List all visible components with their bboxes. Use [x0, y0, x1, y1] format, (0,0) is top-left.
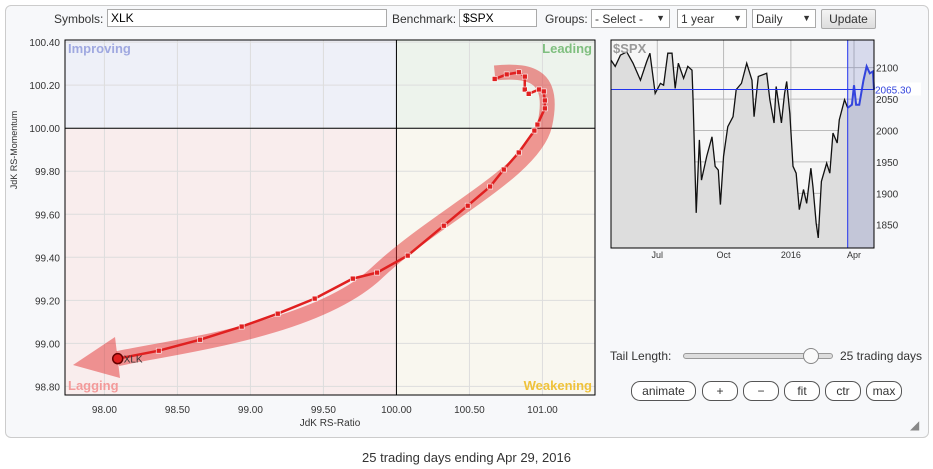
price-chart-title: $SPX: [613, 41, 647, 56]
y-tick-label: 2100: [876, 64, 899, 75]
y-tick-label: 99.00: [35, 339, 60, 350]
fit-button[interactable]: fit: [784, 381, 820, 401]
rrg-app: Symbols: Benchmark: Groups: - Select -▼ …: [0, 0, 933, 469]
tail-point: [155, 347, 162, 354]
x-tick-label: 98.50: [165, 405, 190, 416]
x-tick-label: 100.00: [381, 405, 412, 416]
max-button[interactable]: max: [866, 381, 902, 401]
y-tick-label: 1900: [876, 189, 899, 200]
tail-point: [238, 323, 245, 330]
tail-length-value: 25 trading days: [840, 349, 923, 363]
center-button[interactable]: ctr: [825, 381, 861, 401]
x-tick-label: Jul: [652, 250, 664, 260]
x-tick-label: Apr: [847, 250, 861, 260]
highlight-window: [847, 40, 874, 248]
zoom-out-button[interactable]: −: [743, 381, 779, 401]
quadrant-label-weakening: Weakening: [524, 378, 592, 393]
zoom-in-button[interactable]: +: [702, 381, 738, 401]
x-tick-label: 101.00: [527, 405, 558, 416]
symbol-label: XLK: [124, 355, 143, 366]
tail-point: [311, 295, 318, 302]
x-tick-label: 2016: [781, 250, 801, 260]
caption: 25 trading days ending Apr 29, 2016: [362, 450, 571, 465]
y-tick-label: 98.80: [35, 382, 60, 393]
y-tick-label: 99.20: [35, 296, 60, 307]
x-tick-label: 99.00: [238, 405, 263, 416]
y-tick-label: 1850: [876, 221, 899, 232]
x-tick-label: 99.50: [311, 405, 336, 416]
resize-handle-icon[interactable]: ◢: [910, 418, 919, 432]
y-tick-label: 1950: [876, 158, 899, 169]
y-tick-label: 2050: [876, 95, 899, 106]
animate-button[interactable]: animate: [631, 381, 696, 401]
current-price-label: 2065.30: [875, 85, 912, 96]
tail-length-label: Tail Length:: [610, 349, 672, 363]
benchmark-price-chart: Jul Oct 2016 Apr 2100 2050 2000 1950 1900 1850 206…: [610, 39, 921, 260]
symbol-head-point: [111, 352, 124, 365]
x-tick-label: 100.50: [454, 405, 485, 416]
x-tick-label: 98.00: [92, 405, 117, 416]
y-tick-label: 2000: [876, 126, 899, 137]
tail-length-slider[interactable]: [683, 348, 833, 364]
x-axis-title: JdK RS-Ratio: [300, 418, 361, 429]
quadrant-label-lagging: Lagging: [68, 378, 119, 393]
tail-point: [197, 336, 203, 343]
x-tick-label: Oct: [717, 250, 732, 260]
tail-point: [274, 310, 281, 317]
